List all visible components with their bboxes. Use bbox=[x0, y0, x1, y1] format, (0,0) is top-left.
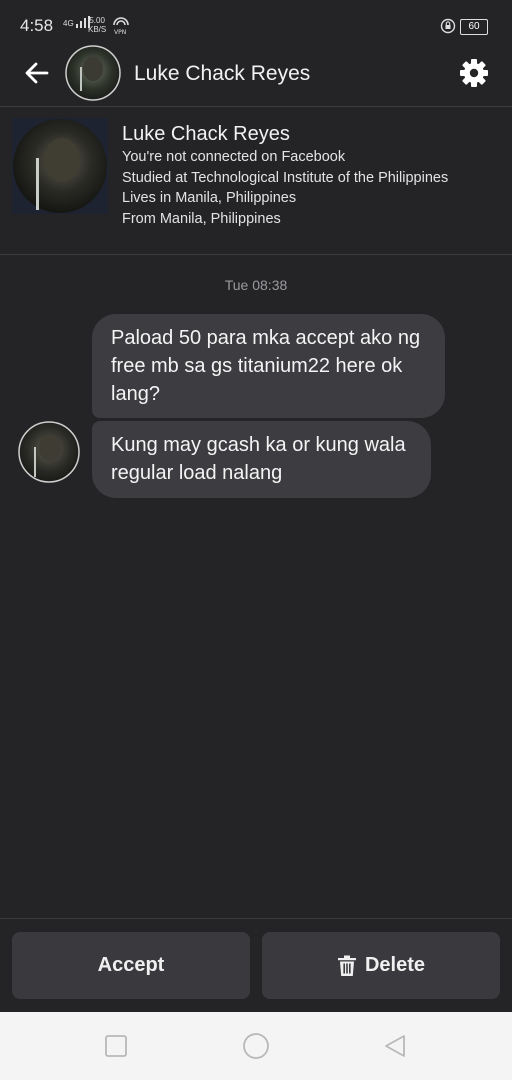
profile-name[interactable]: Luke Chack Reyes bbox=[122, 123, 290, 146]
status-time: 4:58 bbox=[20, 16, 54, 35]
speed-value: 5.00 bbox=[89, 16, 105, 25]
battery-icon: 60 bbox=[460, 19, 488, 35]
profile-connection-status: You're not connected on Facebook bbox=[122, 149, 346, 165]
vpn-icon: VPN bbox=[113, 17, 129, 35]
profile-lives-in: Lives in Manila, Philippines bbox=[122, 190, 297, 206]
message-timestamp: Tue 08:38 bbox=[224, 277, 288, 293]
profile-avatar[interactable] bbox=[12, 118, 108, 214]
header-title[interactable]: Luke Chack Reyes bbox=[134, 62, 310, 86]
header-divider bbox=[0, 106, 512, 107]
trash-icon bbox=[337, 955, 356, 976]
header-avatar[interactable] bbox=[65, 45, 121, 101]
accept-button[interactable]: Accept bbox=[12, 932, 250, 999]
gear-icon[interactable] bbox=[458, 57, 490, 89]
action-divider bbox=[0, 918, 512, 919]
net-speed: 5.00 KB/S bbox=[88, 16, 106, 34]
system-nav-bar bbox=[0, 1012, 512, 1080]
recents-square-icon[interactable] bbox=[104, 1034, 128, 1058]
profile-divider bbox=[0, 254, 512, 255]
back-triangle-icon[interactable] bbox=[382, 1033, 408, 1059]
speed-unit: KB/S bbox=[88, 25, 107, 34]
lock-rotation-icon bbox=[440, 18, 456, 34]
home-circle-icon[interactable] bbox=[242, 1032, 270, 1060]
profile-hometown: From Manila, Philippines bbox=[122, 211, 281, 227]
sender-avatar[interactable] bbox=[18, 421, 80, 483]
signal-icon: 4G bbox=[63, 16, 90, 28]
message-bubble[interactable]: Paload 50 para mka accept ako ng free mb… bbox=[92, 314, 445, 418]
network-type: 4G bbox=[63, 19, 74, 28]
message-bubble[interactable]: Kung may gcash ka or kung wala regular l… bbox=[92, 421, 431, 498]
profile-education: Studied at Technological Institute of th… bbox=[122, 170, 449, 186]
svg-text:VPN: VPN bbox=[114, 29, 126, 35]
delete-label: Delete bbox=[364, 954, 426, 976]
back-arrow-icon[interactable] bbox=[22, 58, 52, 88]
accept-label: Accept bbox=[97, 954, 165, 976]
delete-button[interactable]: Delete bbox=[262, 932, 500, 999]
